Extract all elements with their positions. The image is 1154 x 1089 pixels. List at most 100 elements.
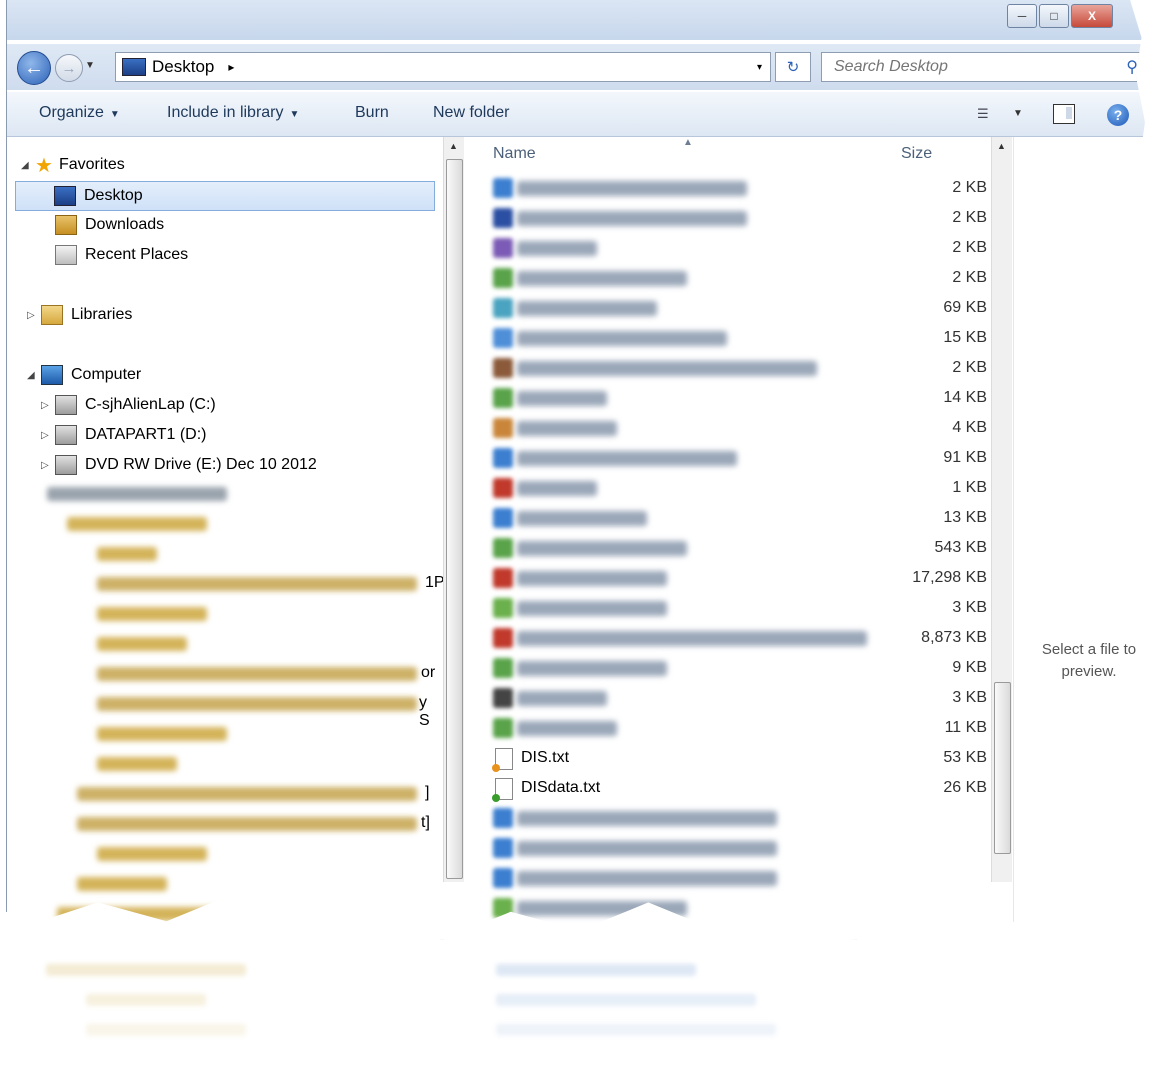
nav-drive-e[interactable]: ▷ DVD RW Drive (E:) Dec 10 2012 — [41, 451, 317, 479]
address-history-dropdown[interactable]: ▾ — [757, 62, 762, 73]
new-folder-button[interactable]: New folder — [433, 104, 509, 122]
nav-favorites[interactable]: ◢ ★ Favorites — [21, 151, 125, 179]
view-options-dropdown[interactable]: ▼ — [1013, 108, 1023, 119]
recent-pages-dropdown[interactable]: ▼ — [85, 60, 95, 71]
collapsed-triangle-icon[interactable]: ▷ — [41, 430, 55, 441]
include-in-library-label: Include in library — [167, 104, 284, 121]
nav-drive-d[interactable]: ▷ DATAPART1 (D:) — [41, 421, 207, 449]
file-row[interactable] — [465, 863, 987, 893]
preview-pane-toggle-icon[interactable] — [1053, 104, 1075, 124]
blurred-file-icon — [493, 358, 513, 378]
nav-computer[interactable]: ◢ Computer — [27, 361, 141, 389]
navigation-scrollbar[interactable]: ▲ — [443, 137, 464, 882]
search-input[interactable] — [832, 57, 1106, 77]
nav-recent-places[interactable]: Recent Places — [55, 241, 188, 269]
address-bar[interactable]: Desktop ▸ ▾ — [115, 52, 771, 82]
file-row[interactable]: 2 KB — [465, 263, 987, 293]
nav-libraries-label: Libraries — [71, 306, 133, 323]
blurred-nav-item[interactable] — [97, 547, 157, 561]
chevron-right-icon[interactable]: ▸ — [228, 60, 234, 74]
size-column-header[interactable]: Size — [901, 145, 932, 163]
blurred-nav-item[interactable] — [97, 727, 227, 741]
blurred-nav-item[interactable] — [67, 517, 207, 531]
blurred-nav-item[interactable] — [77, 817, 417, 831]
help-icon[interactable]: ? — [1107, 104, 1129, 126]
organize-button[interactable]: Organize ▼ — [39, 104, 120, 122]
scrollbar-thumb[interactable] — [446, 159, 463, 879]
blurred-nav-item[interactable] — [97, 607, 207, 621]
address-location[interactable]: Desktop — [152, 57, 214, 77]
close-button[interactable]: X — [1071, 4, 1113, 28]
change-view-icon[interactable]: ☰ — [977, 106, 995, 122]
file-row[interactable]: DIS.txt 53 KB — [465, 743, 987, 773]
file-size: 8,873 KB — [921, 629, 987, 646]
scroll-up-icon[interactable]: ▲ — [449, 141, 458, 151]
file-size: 2 KB — [952, 269, 987, 286]
blurred-nav-item[interactable] — [97, 847, 207, 861]
blurred-nav-item[interactable] — [97, 637, 187, 651]
file-row[interactable]: 1 KB — [465, 473, 987, 503]
file-row[interactable]: 69 KB — [465, 293, 987, 323]
maximize-button[interactable]: □ — [1039, 4, 1069, 28]
nav-libraries[interactable]: ▷ Libraries — [27, 301, 132, 329]
blurred-nav-item[interactable] — [97, 757, 177, 771]
file-row[interactable]: 2 KB — [465, 353, 987, 383]
file-row[interactable]: 17,298 KB — [465, 563, 987, 593]
file-row[interactable] — [465, 803, 987, 833]
back-button[interactable]: ← — [17, 51, 51, 85]
collapsed-triangle-icon[interactable]: ▷ — [41, 460, 55, 471]
file-row[interactable]: 3 KB — [465, 683, 987, 713]
blurred-file-icon — [493, 538, 513, 558]
file-row[interactable]: 4 KB — [465, 413, 987, 443]
blurred-nav-item[interactable] — [57, 907, 257, 921]
file-row[interactable] — [465, 893, 987, 923]
blurred-nav-item[interactable] — [47, 487, 227, 501]
file-row[interactable]: 11 KB — [465, 713, 987, 743]
blurred-nav-item[interactable] — [77, 787, 417, 801]
blurred-nav-item[interactable] — [97, 667, 417, 681]
file-row[interactable]: DISdata.txt 26 KB — [465, 773, 987, 803]
file-row[interactable]: 13 KB — [465, 503, 987, 533]
file-name[interactable]: DISdata.txt — [521, 779, 600, 797]
search-box[interactable]: ⚲ — [821, 52, 1148, 82]
file-row[interactable]: 3 KB — [465, 593, 987, 623]
minimize-button[interactable]: ─ — [1007, 4, 1037, 28]
blurred-nav-item[interactable] — [77, 877, 167, 891]
blurred-file-name — [517, 271, 687, 286]
file-row[interactable]: 91 KB — [465, 443, 987, 473]
file-row[interactable]: 2 KB — [465, 233, 987, 263]
file-size: 1 KB — [952, 479, 987, 496]
nav-desktop[interactable]: Desktop — [15, 181, 435, 211]
file-row[interactable]: 8,873 KB — [465, 623, 987, 653]
scrollbar-thumb[interactable] — [994, 682, 1011, 854]
scroll-up-icon[interactable]: ▲ — [997, 141, 1006, 151]
nav-downloads[interactable]: Downloads — [55, 211, 164, 239]
blurred-file-name — [517, 601, 667, 616]
search-icon[interactable]: ⚲ — [1126, 57, 1138, 77]
forward-button[interactable]: → — [55, 54, 83, 82]
include-in-library-button[interactable]: Include in library ▼ — [167, 104, 299, 122]
address-row: ← → ▼ Desktop ▸ ▾ ↻ ⚲ — [7, 44, 1148, 90]
file-row[interactable]: 15 KB — [465, 323, 987, 353]
file-list-scrollbar[interactable]: ▲ — [991, 137, 1012, 882]
file-row[interactable]: 14 KB — [465, 383, 987, 413]
file-row[interactable]: 543 KB — [465, 533, 987, 563]
file-row[interactable]: 2 KB — [465, 203, 987, 233]
nav-drive-c[interactable]: ▷ C-sjhAlienLap (C:) — [41, 391, 216, 419]
file-name[interactable]: DIS.txt — [521, 749, 569, 767]
burn-button[interactable]: Burn — [355, 104, 389, 122]
nav-drive-e-label: DVD RW Drive (E:) Dec 10 2012 — [85, 456, 317, 473]
file-row[interactable]: 2 KB — [465, 173, 987, 203]
collapsed-triangle-icon[interactable]: ▷ — [27, 310, 41, 321]
downloads-folder-icon — [55, 215, 77, 235]
blurred-nav-item[interactable] — [97, 697, 417, 711]
file-row[interactable]: 9 KB — [465, 653, 987, 683]
explorer-window: ─ □ X ← → ▼ Desktop ▸ ▾ ↻ ⚲ Organize ▼ In… — [6, 0, 1148, 940]
name-column-header[interactable]: Name — [493, 145, 536, 163]
expand-triangle-icon[interactable]: ◢ — [21, 160, 35, 171]
expand-triangle-icon[interactable]: ◢ — [27, 370, 41, 381]
blurred-nav-item[interactable] — [97, 577, 417, 591]
refresh-button[interactable]: ↻ — [775, 52, 811, 82]
collapsed-triangle-icon[interactable]: ▷ — [41, 400, 55, 411]
file-row[interactable] — [465, 833, 987, 863]
